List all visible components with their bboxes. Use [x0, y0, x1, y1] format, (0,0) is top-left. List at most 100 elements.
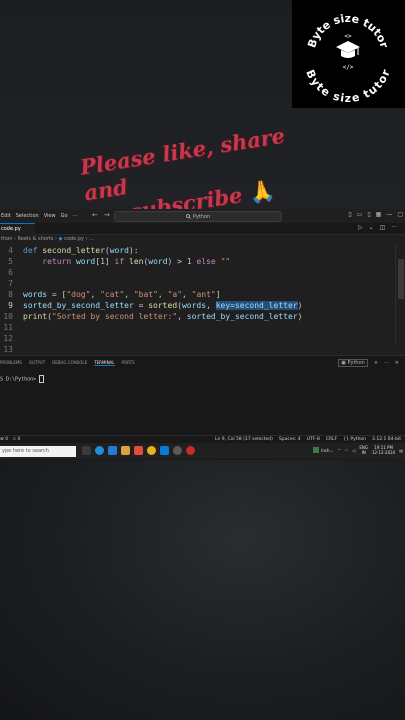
network-icon[interactable]: ◠ — [345, 448, 349, 453]
code-token: word — [109, 246, 129, 255]
settings-icon[interactable] — [173, 446, 182, 455]
terminal-output[interactable]: S D:\Python> — [0, 375, 45, 383]
code-line[interactable]: 12 — [0, 333, 398, 344]
editor-scrollbar[interactable] — [398, 259, 404, 299]
toggle-sidebar-icon[interactable]: ▯ — [348, 211, 351, 218]
code-line[interactable]: 8 words = ["dog", "cat", "bat", "a", "ant… — [0, 289, 398, 300]
menu-selection[interactable]: Selection — [16, 213, 39, 219]
editor-actions: ▷ ⌄ ◫ ··· — [358, 224, 397, 231]
code-token: , — [157, 290, 168, 299]
code-token: "Sorted by second letter:" — [51, 312, 178, 321]
menu-go[interactable]: Go — [61, 213, 68, 219]
code-tag-bottom: </> — [343, 64, 354, 71]
volume-icon[interactable]: ◁ — [352, 448, 355, 453]
menu-view[interactable]: View — [44, 213, 56, 219]
line-number: 8 — [8, 290, 13, 299]
edge-icon[interactable] — [95, 446, 104, 455]
code-token: ] — [215, 290, 221, 299]
tab-debug-console[interactable]: DEBUG CONSOLE — [52, 360, 87, 366]
new-terminal-icon[interactable]: + — [374, 360, 378, 366]
running-app-icon — [313, 447, 320, 453]
code-line[interactable]: 7 — [0, 278, 398, 289]
run-icon[interactable]: ▷ — [358, 224, 363, 231]
office-icon[interactable] — [134, 446, 143, 455]
menu-more[interactable]: ··· — [73, 213, 78, 219]
code-line[interactable]: 6 — [0, 267, 398, 278]
chevron-down-icon[interactable]: ⌄ — [369, 224, 374, 231]
indentation[interactable]: Spaces: 4 — [279, 437, 301, 442]
language-mode[interactable]: {} Python — [343, 437, 366, 442]
code-token: "bat" — [133, 290, 158, 299]
recorder-icon[interactable] — [186, 446, 195, 455]
status-left: ⊗ 0 ⚠ 0 — [0, 437, 20, 442]
tab-ports[interactable]: PORTS — [122, 360, 135, 366]
chevron-up-icon[interactable]: ⌃ — [337, 448, 340, 453]
menu-edit[interactable]: Edit — [1, 213, 11, 219]
minimize-icon[interactable]: — — [386, 211, 392, 218]
more-actions-icon[interactable]: ··· — [391, 224, 397, 231]
title-bar: Edit Selection View Go ··· ← → Python ▯ … — [0, 209, 405, 223]
split-editor-icon[interactable]: ◫ — [380, 224, 386, 231]
code-token: second_letter — [42, 246, 105, 255]
line-number: 13 — [3, 345, 13, 354]
tab-problems[interactable]: PROBLEMS — [0, 360, 22, 366]
language-indicator[interactable]: ENG IN — [359, 445, 368, 455]
task-view-icon[interactable] — [82, 446, 91, 455]
vscode-icon[interactable] — [160, 446, 169, 455]
code-token: sorted — [148, 301, 178, 310]
code-token: , — [177, 312, 187, 321]
system-clock[interactable]: 19:11 PM 12-12-2024 — [372, 445, 395, 455]
customize-layout-icon[interactable]: ▦ — [376, 211, 382, 218]
line-number: 10 — [3, 312, 13, 321]
tab-output[interactable]: OUTPUT — [29, 360, 45, 366]
tab-terminal[interactable]: TERMINAL — [94, 360, 115, 366]
code-token: words — [181, 301, 207, 310]
taskbar-running-app[interactable]: Inch... — [313, 447, 333, 453]
search-label: Python — [192, 213, 211, 220]
toggle-secondary-sidebar-icon[interactable]: ▯ — [367, 211, 370, 218]
code-line[interactable]: 5 return word[1] if len(word) > 1 else "… — [0, 256, 398, 267]
notifications-icon[interactable]: ▤ — [399, 448, 403, 453]
error-count[interactable]: ⊗ 0 — [0, 437, 8, 442]
line-ending[interactable]: CRLF — [326, 437, 337, 442]
chrome-icon[interactable] — [147, 446, 156, 455]
terminal-more-icon[interactable]: ··· — [384, 360, 389, 366]
warning-count-value: 0 — [17, 437, 21, 442]
running-app-label: Inch... — [321, 447, 334, 453]
cursor-position[interactable]: Ln 9, Col 58 (17 selected) — [215, 437, 273, 442]
code-token: = [ — [47, 290, 67, 299]
taskbar-search-input[interactable]: ype here to search — [0, 446, 76, 457]
tab-code-py[interactable]: code.py — [0, 223, 35, 235]
code-token: ): — [128, 246, 139, 255]
maximize-icon[interactable]: ▢ — [397, 211, 403, 218]
close-panel-icon[interactable]: × — [395, 360, 399, 366]
system-tray: Inch... ⌃ ◠ ◁ ENG IN 19:11 PM 12-12-2024 ▤ — [313, 445, 403, 455]
code-line[interactable]: 4 def second_letter(word): — [0, 245, 398, 256]
minimap[interactable] — [395, 245, 396, 345]
interpreter-version[interactable]: 3.12.1 64-bit — [372, 437, 401, 442]
store-icon[interactable] — [108, 446, 117, 455]
code-line[interactable]: 10 print("Sorted by second letter:", sort… — [0, 311, 398, 322]
forward-arrow-icon[interactable]: → — [104, 211, 110, 219]
code-line[interactable]: 9 sorted_by_second_letter = sorted(words,… — [0, 300, 398, 311]
breadcrumb-file[interactable]: code.py › ... — [64, 236, 94, 242]
code-editor[interactable]: 4 def second_letter(word): 5 return word[1… — [0, 245, 398, 355]
search-icon — [185, 214, 191, 219]
code-token: key=second_letter — [215, 301, 298, 310]
encoding[interactable]: UTF-8 — [307, 437, 320, 442]
file-explorer-icon[interactable] — [121, 446, 130, 455]
windows-taskbar: ype here to search Inch... ⌃ ◠ ◁ ENG IN 1… — [0, 443, 405, 459]
warning-count[interactable]: ⚠ 0 — [12, 437, 20, 442]
code-text: sorted_by_second_letter = sorted(words, … — [23, 300, 302, 311]
code-line[interactable]: 11 — [0, 322, 398, 333]
command-search-box[interactable]: Python — [114, 211, 282, 222]
code-token: word — [75, 257, 96, 266]
breadcrumb-path[interactable]: thon › Reels & shorts › — [1, 236, 57, 242]
code-token: ) > — [167, 257, 187, 266]
terminal-shell-selector[interactable]: ▣ Python — [338, 359, 368, 367]
code-line[interactable]: 13 — [0, 344, 398, 355]
line-number: 11 — [3, 323, 13, 332]
toggle-panel-icon[interactable]: ▭ — [357, 211, 363, 218]
back-arrow-icon[interactable]: ← — [92, 211, 98, 219]
